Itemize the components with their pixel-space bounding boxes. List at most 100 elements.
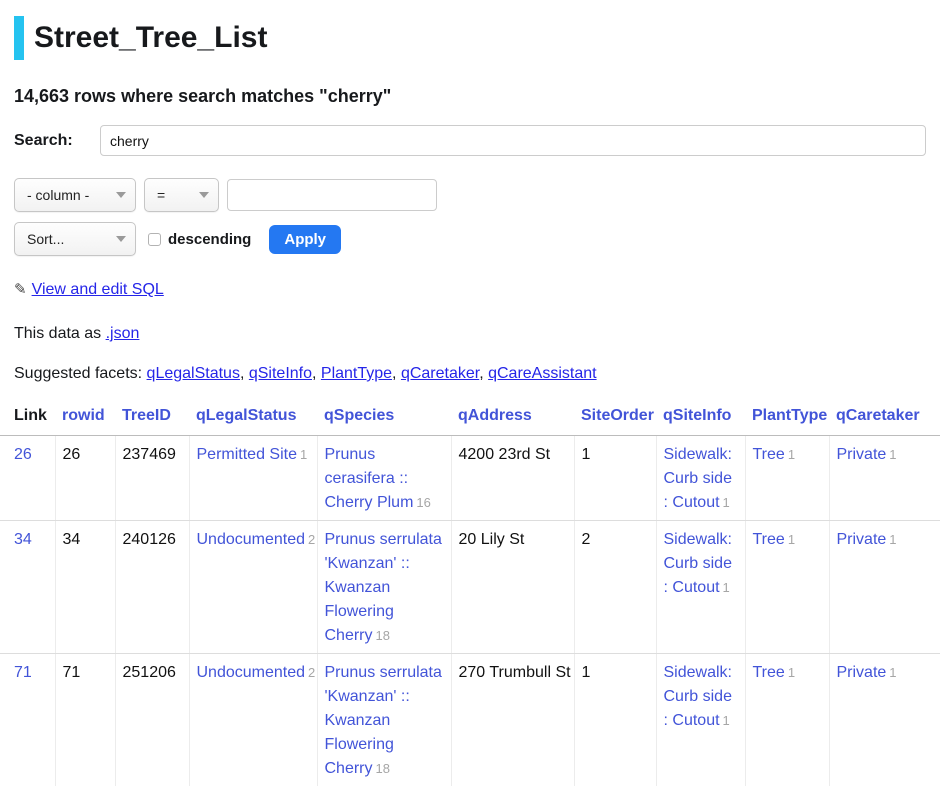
sort-column-link[interactable]: qAddress xyxy=(458,407,532,424)
search-label: Search: xyxy=(14,132,100,150)
cell-qaddress: 4200 23rd St xyxy=(451,436,574,521)
column-header-treeid: TreeID xyxy=(115,401,189,436)
cell-qspecies: Prunus cerasifera :: Cherry Plum16 xyxy=(317,436,451,521)
facet-value-link[interactable]: Undocumented xyxy=(197,531,306,548)
descending-label: descending xyxy=(168,231,251,248)
facet-link-qsiteinfo[interactable]: qSiteInfo xyxy=(249,365,312,382)
cell-qsiteinfo: Sidewalk: Curb side : Cutout1 xyxy=(656,654,745,786)
search-input[interactable] xyxy=(100,125,926,156)
sort-column-link[interactable]: qCaretaker xyxy=(836,407,920,424)
cell-qcaretaker: Private1 xyxy=(829,654,940,786)
table-header-row: Link rowid TreeID qLegalStatus qSpecies … xyxy=(0,401,940,436)
facet-value-link[interactable]: Sidewalk: Curb side : Cutout xyxy=(664,664,732,729)
cell-siteorder: 2 xyxy=(574,521,656,654)
table-row: 34 34 240126 Undocumented2 Prunus serrul… xyxy=(0,521,940,654)
facet-separator: , xyxy=(312,365,321,382)
filter-value-input[interactable] xyxy=(227,179,437,211)
cell-siteorder: 1 xyxy=(574,654,656,786)
facet-link-qlegalstatus[interactable]: qLegalStatus xyxy=(147,365,240,382)
search-row: Search: xyxy=(14,125,926,156)
facet-separator: , xyxy=(392,365,401,382)
sql-link-row: ✎ View and edit SQL xyxy=(14,280,926,299)
column-header-qaddress: qAddress xyxy=(451,401,574,436)
data-export-row: This data as .json xyxy=(14,325,926,343)
page-header: Street_Tree_List xyxy=(0,16,940,60)
facet-link-qcaretaker[interactable]: qCaretaker xyxy=(401,365,479,382)
column-header-link: Link xyxy=(0,401,55,436)
facet-value-link[interactable]: Permitted Site xyxy=(197,446,297,463)
facet-value-link[interactable]: Tree xyxy=(753,446,785,463)
cell-treeid: 237469 xyxy=(115,436,189,521)
facet-value-link[interactable]: Tree xyxy=(753,531,785,548)
facet-count: 18 xyxy=(376,628,390,643)
facet-count: 1 xyxy=(889,665,896,680)
facet-value-link[interactable]: Undocumented xyxy=(197,664,306,681)
json-export-link[interactable]: .json xyxy=(106,325,140,342)
table-row: 71 71 251206 Undocumented2 Prunus serrul… xyxy=(0,654,940,786)
facet-separator: , xyxy=(479,365,488,382)
cell-rowid: 26 xyxy=(55,436,115,521)
cell-treeid: 240126 xyxy=(115,521,189,654)
filter-column-select-value: - column - xyxy=(27,187,89,203)
view-edit-sql-link[interactable]: View and edit SQL xyxy=(32,281,164,298)
column-header-planttype: PlantType xyxy=(745,401,829,436)
facet-count: 1 xyxy=(889,532,896,547)
data-as-prefix: This data as xyxy=(14,325,101,342)
sort-column-link[interactable]: TreeID xyxy=(122,407,171,424)
facet-value-link[interactable]: Sidewalk: Curb side : Cutout xyxy=(664,446,732,511)
cell-qcaretaker: Private1 xyxy=(829,436,940,521)
facet-value-link[interactable]: Prunus cerasifera :: Cherry Plum xyxy=(325,446,414,511)
sort-select[interactable]: Sort... xyxy=(14,222,136,256)
row-count-summary: 14,663 rows where search matches "cherry… xyxy=(14,86,926,107)
facet-link-qcareassistant[interactable]: qCareAssistant xyxy=(488,365,597,382)
facet-value-link[interactable]: Private xyxy=(837,531,887,548)
cell-qsiteinfo: Sidewalk: Curb side : Cutout1 xyxy=(656,521,745,654)
column-header-qlegalstatus: qLegalStatus xyxy=(189,401,317,436)
cell-qlegalstatus: Undocumented2 xyxy=(189,521,317,654)
sort-column-link[interactable]: qSpecies xyxy=(324,407,394,424)
cell-rowid: 71 xyxy=(55,654,115,786)
cell-qaddress: 270 Trumbull St xyxy=(451,654,574,786)
cell-qcaretaker: Private1 xyxy=(829,521,940,654)
facet-link-planttype[interactable]: PlantType xyxy=(321,365,392,382)
cell-qaddress: 20 Lily St xyxy=(451,521,574,654)
facet-count: 1 xyxy=(723,495,730,510)
row-detail-link[interactable]: 34 xyxy=(14,531,32,548)
sort-column-link[interactable]: PlantType xyxy=(752,407,827,424)
cell-treeid: 251206 xyxy=(115,654,189,786)
column-header-siteorder: SiteOrder xyxy=(574,401,656,436)
title-row: Street_Tree_List xyxy=(14,16,926,60)
facet-value-link[interactable]: Private xyxy=(837,446,887,463)
row-detail-link[interactable]: 71 xyxy=(14,664,32,681)
cell-rowid: 34 xyxy=(55,521,115,654)
sort-column-link[interactable]: qLegalStatus xyxy=(196,407,296,424)
facet-separator: , xyxy=(240,365,249,382)
apply-button[interactable]: Apply xyxy=(269,225,341,254)
filter-operator-select[interactable]: = xyxy=(144,178,219,212)
page-title: Street_Tree_List xyxy=(34,21,267,55)
suggested-facets-row: Suggested facets: qLegalStatus, qSiteInf… xyxy=(14,365,926,383)
column-header-rowid: rowid xyxy=(55,401,115,436)
row-detail-link[interactable]: 26 xyxy=(14,446,32,463)
sort-column-link[interactable]: qSiteInfo xyxy=(663,407,731,424)
cell-qsiteinfo: Sidewalk: Curb side : Cutout1 xyxy=(656,436,745,521)
filter-column-select[interactable]: - column - xyxy=(14,178,136,212)
facet-value-link[interactable]: Private xyxy=(837,664,887,681)
cell-qspecies: Prunus serrulata 'Kwanzan' :: Kwanzan Fl… xyxy=(317,654,451,786)
pencil-icon: ✎ xyxy=(14,281,27,298)
facet-count: 1 xyxy=(788,532,795,547)
facet-count: 16 xyxy=(416,495,430,510)
facet-count: 1 xyxy=(723,580,730,595)
sort-column-link[interactable]: SiteOrder xyxy=(581,407,654,424)
facet-count: 1 xyxy=(788,665,795,680)
cell-planttype: Tree1 xyxy=(745,521,829,654)
descending-checkbox[interactable] xyxy=(148,233,161,246)
facet-count: 18 xyxy=(376,761,390,776)
chevron-down-icon xyxy=(116,236,126,242)
facet-value-link[interactable]: Tree xyxy=(753,664,785,681)
facet-value-link[interactable]: Sidewalk: Curb side : Cutout xyxy=(664,531,732,596)
cell-qlegalstatus: Permitted Site1 xyxy=(189,436,317,521)
sort-column-link[interactable]: rowid xyxy=(62,407,105,424)
facet-count: 1 xyxy=(723,713,730,728)
column-header-qspecies: qSpecies xyxy=(317,401,451,436)
